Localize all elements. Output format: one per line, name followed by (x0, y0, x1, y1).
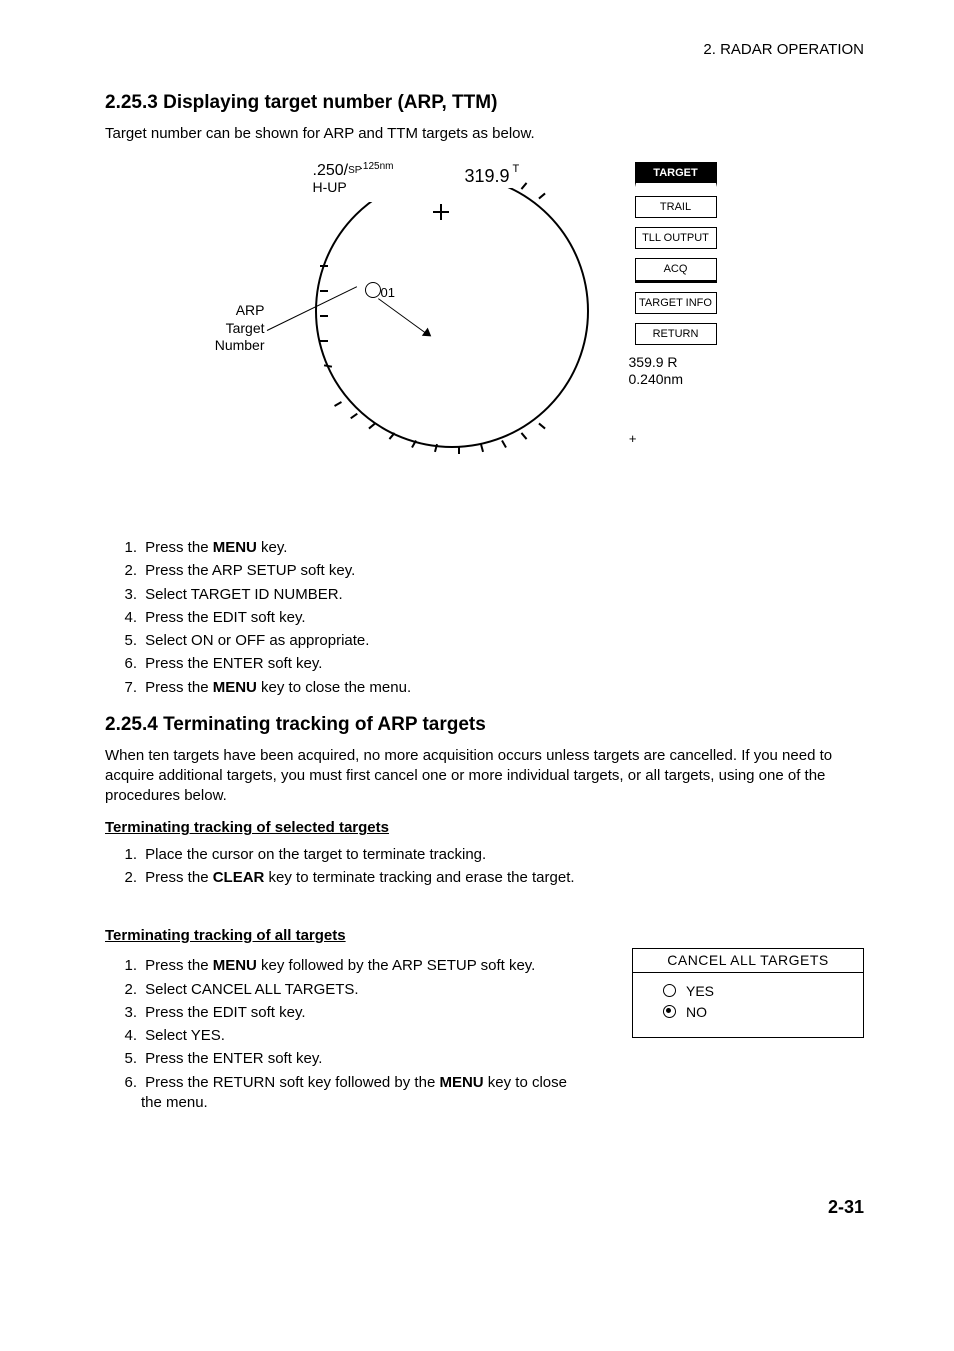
step: 1. Press the MENU key followed by the AR… (105, 956, 592, 976)
section-2-25-3-title: 2.25.3 Displaying target number (ARP, TT… (105, 90, 864, 116)
range-value: .250/ (313, 162, 349, 179)
softkey-acq[interactable]: ACQ (635, 258, 717, 282)
sub1-title: Terminating tracking of selected targets (105, 818, 864, 838)
radio-unselected-icon (663, 984, 676, 997)
cursor-cross-icon: + (629, 430, 637, 448)
option-no-row[interactable]: NO (663, 1002, 849, 1023)
cancel-all-targets-box: CANCEL ALL TARGETS YES NO (632, 948, 864, 1038)
heading-suffix: T (513, 162, 520, 177)
softkey-target[interactable]: TARGET (635, 162, 717, 187)
page-number: 2-31 (105, 1195, 864, 1219)
step: 4. Select YES. (105, 1026, 592, 1046)
step: 6. Press the RETURN soft key followed by… (105, 1073, 592, 1114)
sub1-steps: 1. Place the cursor on the target to ter… (105, 845, 864, 889)
section2-intro: When ten targets have been acquired, no … (105, 746, 864, 807)
option-yes-label: YES (686, 983, 714, 999)
softkey-return[interactable]: RETURN (635, 323, 717, 345)
target-number-label: 01 (381, 284, 395, 302)
arp-label-l1: ARP (236, 302, 265, 318)
section-2-25-4-title: 2.25.4 Terminating tracking of ARP targe… (105, 712, 864, 738)
arp-label-l2: Target (226, 320, 265, 336)
arp-label-l3: Number (215, 337, 265, 353)
option-no-label: NO (686, 1004, 707, 1020)
step: 7. Press the MENU key to close the menu. (105, 678, 864, 698)
step: 5. Select ON or OFF as appropriate. (105, 631, 864, 651)
option-yes-row[interactable]: YES (663, 981, 849, 1002)
cursor-bearing: 359.9 R (629, 354, 678, 370)
step: 5. Press the ENTER soft key. (105, 1049, 592, 1069)
step: 3. Press the EDIT soft key. (105, 1003, 592, 1023)
step: 6. Press the ENTER soft key. (105, 654, 864, 674)
radio-selected-icon (663, 1005, 676, 1018)
softkey-column: TARGET TRAIL TLL OUTPUT ACQ TARGET INFO … (635, 162, 717, 387)
cancel-box-title: CANCEL ALL TARGETS (633, 949, 863, 973)
step: 2. Select CANCEL ALL TARGETS. (105, 980, 592, 1000)
radar-figure: ARP Target Number .250/SP.125nm H (275, 152, 695, 502)
step: 2. Press the CLEAR key to terminate trac… (105, 868, 864, 888)
step: 4. Press the EDIT soft key. (105, 608, 864, 628)
softkey-tll-output[interactable]: TLL OUTPUT (635, 227, 717, 249)
cursor-readout: 359.9 R 0.240nm (629, 354, 717, 388)
arp-target-number-label: ARP Target Number (155, 302, 265, 355)
softkey-target-info[interactable]: TARGET INFO (635, 292, 717, 314)
step: 1. Place the cursor on the target to ter… (105, 845, 864, 865)
step: 1. Press the MENU key. (105, 538, 864, 558)
section1-intro: Target number can be shown for ARP and T… (105, 124, 864, 144)
heading-value: 319.9 (465, 164, 512, 188)
range-readout: .250/SP.125nm H-UP (313, 162, 473, 202)
cursor-range: 0.240nm (629, 371, 683, 387)
chapter-header: 2. RADAR OPERATION (105, 40, 864, 60)
sub2-steps: 1. Press the MENU key followed by the AR… (105, 956, 592, 1113)
section1-steps: 1. Press the MENU key. 2. Press the ARP … (105, 538, 864, 698)
sub2-title: Terminating tracking of all targets (105, 926, 864, 946)
target-circle-icon (365, 282, 381, 298)
softkey-trail[interactable]: TRAIL (635, 196, 717, 218)
range-ringscale: .125nm (360, 161, 393, 172)
range-sp: SP (348, 165, 360, 176)
radar-bearing-scale (315, 174, 589, 448)
step: 3. Select TARGET ID NUMBER. (105, 585, 864, 605)
presentation-mode: H-UP (313, 179, 347, 195)
own-ship-marker-icon (433, 204, 449, 220)
step: 2. Press the ARP SETUP soft key. (105, 561, 864, 581)
